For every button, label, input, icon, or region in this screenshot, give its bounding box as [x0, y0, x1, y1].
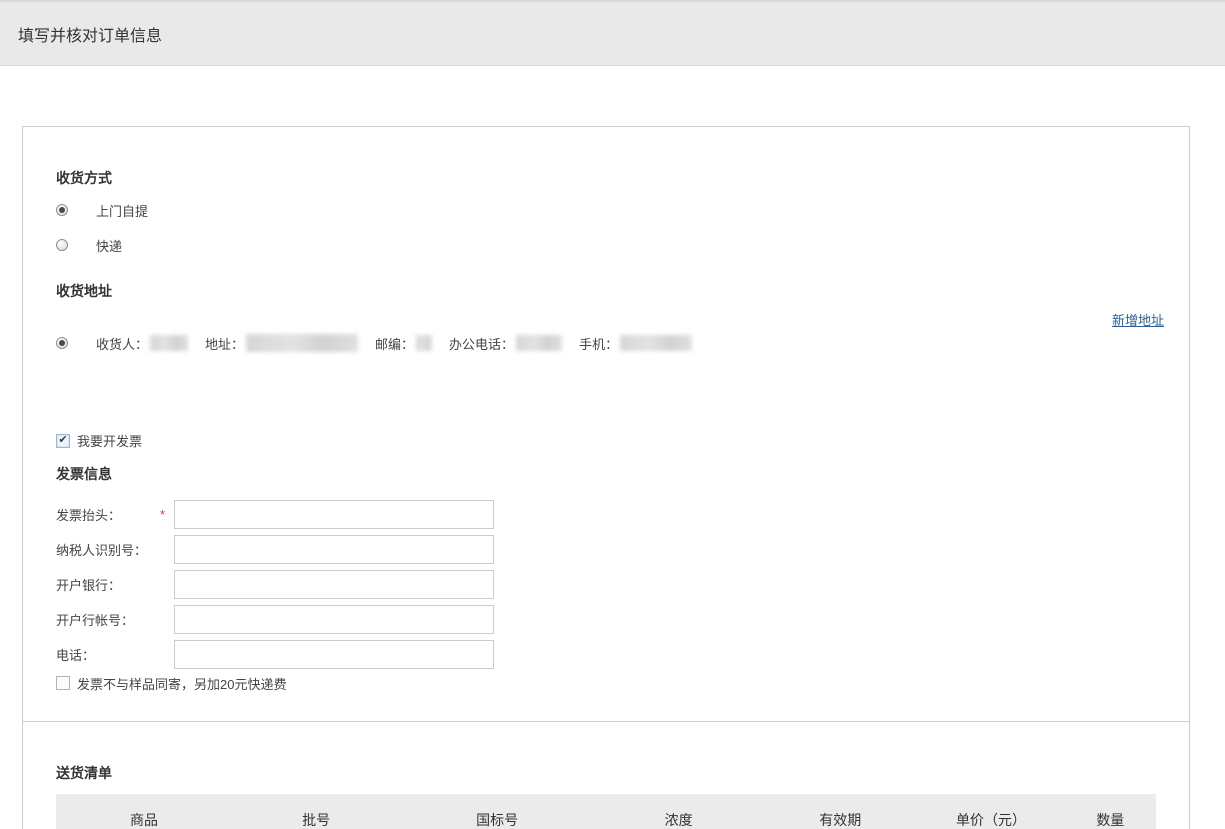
- shipping-address-heading: 收货地址: [56, 283, 1156, 299]
- bank-account-label: 开户行帐号：: [56, 610, 174, 629]
- address-postcode: 邮编：: [375, 334, 432, 353]
- column-header-batch: 批号: [232, 810, 400, 829]
- recipient-value-redacted: [150, 335, 188, 351]
- add-address-link[interactable]: 新增地址: [1112, 310, 1164, 329]
- office-phone-value-redacted: [516, 335, 562, 351]
- address-mobile: 手机：: [579, 334, 692, 353]
- mobile-value-redacted: [620, 335, 692, 351]
- invoice-title-label: 发票抬头：: [56, 505, 174, 524]
- address-label: 地址：: [205, 334, 244, 353]
- invoice-form: 发票抬头： * 纳税人识别号： 开户银行： 开户行帐号： 电话：: [56, 500, 1156, 669]
- page-title: 填写并核对订单信息: [18, 22, 162, 46]
- address-value-redacted: [246, 334, 358, 352]
- address-office-phone: 办公电话：: [449, 334, 562, 353]
- want-invoice-checkbox[interactable]: [56, 434, 70, 448]
- form-row-invoice-title: 发票抬头： *: [56, 500, 1156, 529]
- invoice-info-heading: 发票信息: [56, 466, 1156, 482]
- address-details: 收货人： 地址： 邮编： 办公电话： 手机：: [96, 334, 692, 353]
- recipient-label: 收货人：: [96, 334, 148, 353]
- separate-shipping-checkbox[interactable]: [56, 676, 70, 690]
- bank-name-label: 开户银行：: [56, 575, 174, 594]
- radio-pickup[interactable]: [56, 204, 68, 216]
- bank-name-input[interactable]: [174, 570, 494, 599]
- bank-account-input[interactable]: [174, 605, 494, 634]
- form-row-bank-account: 开户行帐号：: [56, 605, 1156, 634]
- column-header-unit-price: 单价（元）: [917, 810, 1064, 829]
- shipping-method-option-express[interactable]: 快递: [56, 237, 1156, 253]
- shipping-section: 收货方式 上门自提 快递 收货地址 收货人： 地址： 邮编：: [23, 127, 1189, 397]
- radio-address[interactable]: [56, 337, 68, 349]
- postcode-value-redacted: [416, 335, 432, 351]
- delivery-list-table-header: 商品 批号 国标号 浓度 有效期 单价（元） 数量: [56, 794, 1156, 829]
- invoice-section: 我要开发票 发票信息 发票抬头： * 纳税人识别号： 开户银行： 开户行帐号：: [23, 397, 1189, 721]
- shipping-method-option-pickup[interactable]: 上门自提: [56, 202, 1156, 218]
- phone-input[interactable]: [174, 640, 494, 669]
- required-asterisk: *: [160, 507, 174, 522]
- column-header-product: 商品: [56, 810, 232, 829]
- address-option-row[interactable]: 收货人： 地址： 邮编： 办公电话： 手机：: [56, 334, 1156, 352]
- want-invoice-label: 我要开发票: [77, 431, 142, 450]
- invoice-title-input[interactable]: [174, 500, 494, 529]
- column-header-expiry: 有效期: [763, 810, 917, 829]
- column-header-national-standard: 国标号: [400, 810, 594, 829]
- postcode-label: 邮编：: [375, 334, 414, 353]
- separate-shipping-row[interactable]: 发票不与样品同寄，另加20元快递费: [56, 675, 1156, 691]
- order-form-panel: 收货方式 上门自提 快递 收货地址 收货人： 地址： 邮编：: [22, 126, 1190, 829]
- radio-express[interactable]: [56, 239, 68, 251]
- radio-express-label: 快递: [96, 236, 122, 255]
- mobile-label: 手机：: [579, 334, 618, 353]
- delivery-list-heading: 送货清单: [56, 765, 1156, 781]
- radio-pickup-label: 上门自提: [96, 201, 148, 220]
- shipping-method-heading: 收货方式: [56, 170, 1156, 186]
- want-invoice-row[interactable]: 我要开发票: [56, 431, 1156, 450]
- form-row-phone: 电话：: [56, 640, 1156, 669]
- taxpayer-id-input[interactable]: [174, 535, 494, 564]
- form-row-bank-name: 开户银行：: [56, 570, 1156, 599]
- address-street: 地址：: [205, 334, 358, 353]
- delivery-list-section: 送货清单 商品 批号 国标号 浓度 有效期 单价（元） 数量: [23, 721, 1189, 829]
- taxpayer-id-label: 纳税人识别号：: [56, 540, 174, 559]
- column-header-quantity: 数量: [1065, 810, 1156, 829]
- office-phone-label: 办公电话：: [449, 334, 514, 353]
- separate-shipping-label: 发票不与样品同寄，另加20元快递费: [77, 674, 286, 693]
- address-recipient: 收货人：: [96, 334, 188, 353]
- page-header: 填写并核对订单信息: [0, 0, 1225, 66]
- form-row-taxpayer-id: 纳税人识别号：: [56, 535, 1156, 564]
- column-header-concentration: 浓度: [594, 810, 763, 829]
- phone-label: 电话：: [56, 645, 174, 664]
